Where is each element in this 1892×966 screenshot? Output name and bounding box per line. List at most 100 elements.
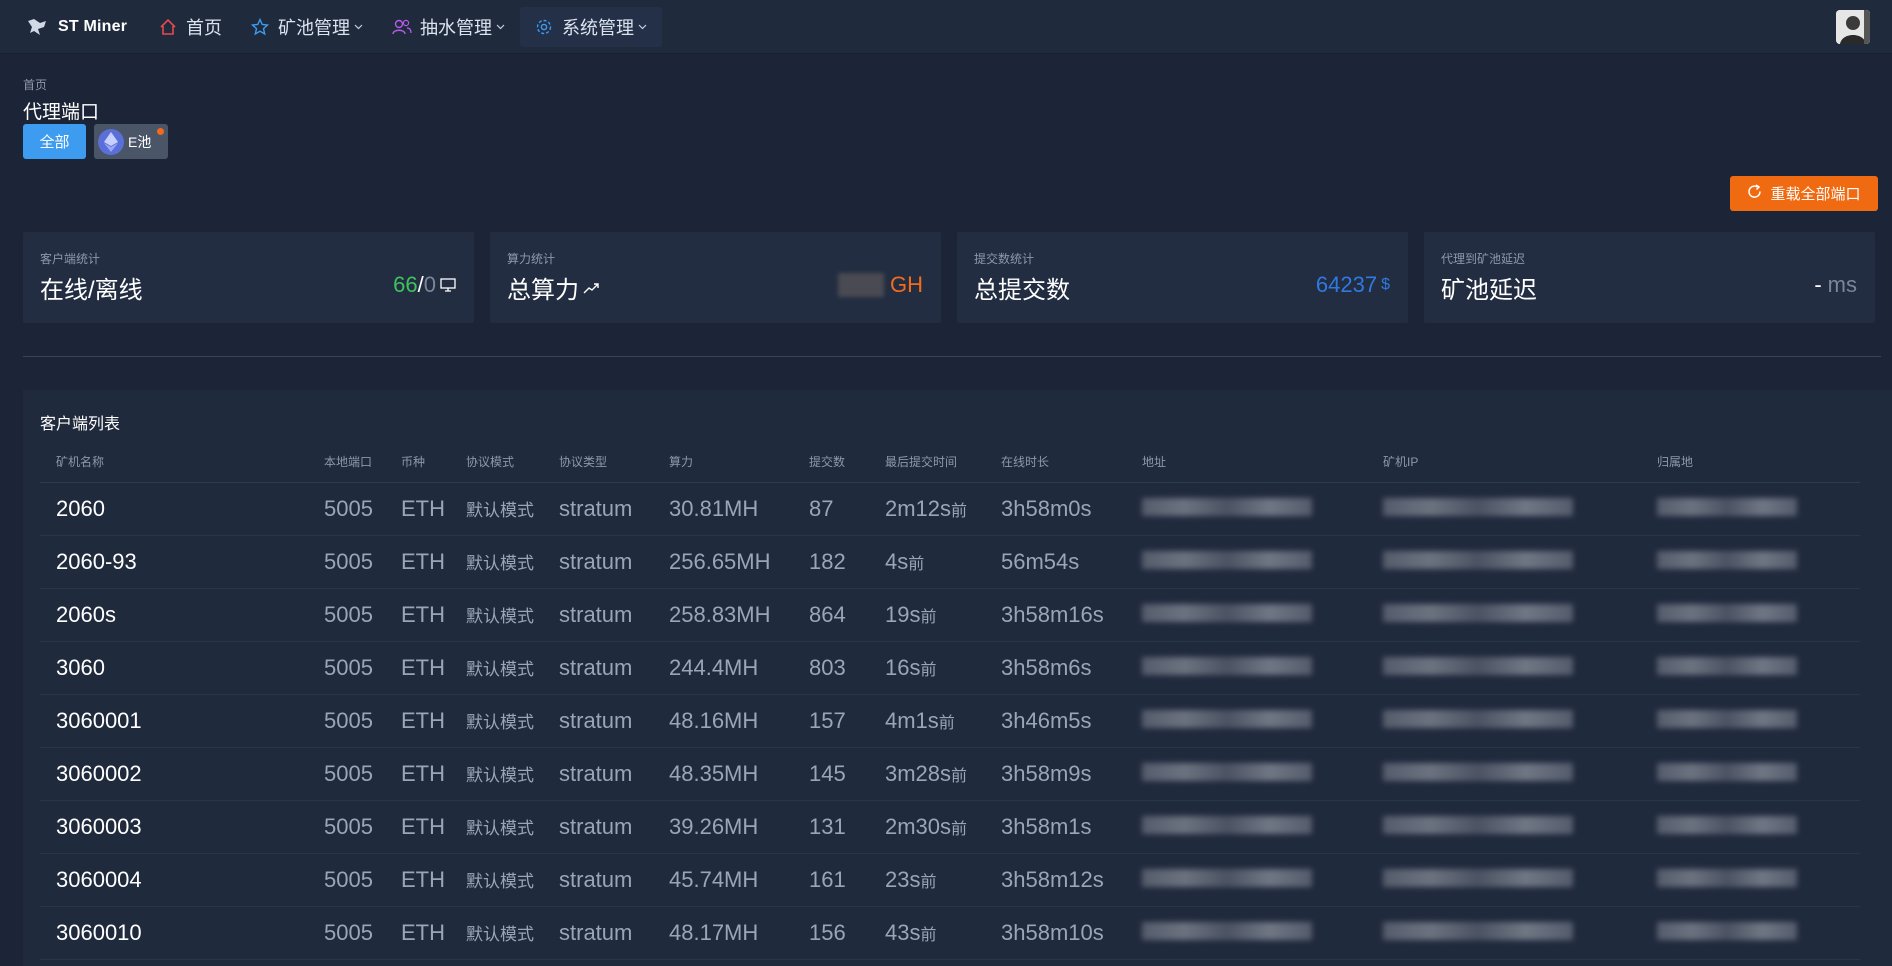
redacted-value [1142, 815, 1312, 834]
filter-epool-button[interactable]: E池 [94, 124, 168, 159]
column-header[interactable]: 币种 [385, 442, 450, 483]
breadcrumb[interactable]: 首页 [23, 76, 47, 93]
miner-ip-cell [1367, 906, 1641, 960]
nav-item-home[interactable]: 首页 [144, 7, 236, 47]
hashrate-cell: 244.4MH [653, 641, 793, 695]
shares-cell: 145 [793, 747, 869, 801]
address-cell [1126, 535, 1367, 589]
coin-cell: ETH [385, 747, 450, 801]
online-duration-cell: 3h58m12s [985, 853, 1126, 907]
online-count: 66 [393, 272, 418, 297]
chevron-down-icon [496, 22, 506, 32]
shares-cell: 131 [793, 800, 869, 854]
column-header[interactable]: 算力 [653, 442, 793, 483]
column-header[interactable]: 协议模式 [450, 442, 543, 483]
coin-cell: ETH [385, 482, 450, 536]
column-header[interactable]: 地址 [1126, 442, 1367, 483]
table-row[interactable]: 3060002 5005 ETH 默认模式 stratum 48.35MH 145 3m28s… [40, 747, 1860, 801]
top-navbar: ST Miner 首页 矿池管理 抽水管理 系统管理 [0, 0, 1892, 54]
online-duration-cell: 56m54s [985, 535, 1126, 589]
page-title: 代理端口 [23, 102, 100, 123]
column-header[interactable]: 提交数 [793, 442, 869, 483]
panel-title: 客户端列表 [40, 416, 121, 433]
column-header[interactable]: 矿机IP [1367, 442, 1641, 483]
card-title: 总提交数 [974, 277, 1070, 304]
table-row[interactable]: 2060s 5005 ETH 默认模式 stratum 258.83MH 864 19s前 3h… [40, 588, 1860, 642]
column-header[interactable]: 矿机名称 [40, 442, 308, 483]
miner-name-cell: 3060002 [40, 747, 308, 801]
home-icon [158, 17, 178, 37]
redacted-value [1142, 762, 1312, 781]
miner-ip-cell [1367, 482, 1641, 536]
mode-cell: 默认模式 [450, 641, 543, 695]
location-cell [1641, 800, 1860, 854]
nav-label-fee-management: 抽水管理 [420, 17, 492, 38]
client-list-panel: 客户端列表 矿机名称 本地端口 币种 协议模式 协议类型 算力 提交数 最后提交… [23, 390, 1892, 966]
column-header[interactable]: 在线时长 [985, 442, 1126, 483]
last-submit-cell: 2m30s前 [869, 800, 985, 854]
online-duration-cell: 3h58m16s [985, 588, 1126, 642]
card-title: 矿池延迟 [1441, 277, 1537, 304]
mode-cell: 默认模式 [450, 694, 543, 748]
address-cell [1126, 747, 1367, 801]
reload-label: 重载全部端口 [1770, 186, 1861, 203]
offline-count: 0 [423, 272, 436, 297]
shares-cell: 803 [793, 641, 869, 695]
table-row[interactable]: 3060 5005 ETH 默认模式 stratum 244.4MH 803 16s前 3h58… [40, 641, 1860, 695]
table-row[interactable]: 3060001 5005 ETH 默认模式 stratum 48.16MH 157 4m1s前… [40, 694, 1860, 748]
last-submit-cell: 19s前 [869, 588, 985, 642]
online-offline-value: 66 / 0 [393, 272, 456, 298]
nav-item-pool-management[interactable]: 矿池管理 [236, 7, 378, 47]
column-header[interactable]: 协议类型 [543, 442, 653, 483]
user-avatar[interactable] [1836, 10, 1870, 44]
protocol-cell: stratum [543, 906, 653, 960]
miner-ip-cell [1367, 588, 1641, 642]
hashrate-cell: 48.16MH [653, 694, 793, 748]
redacted-value [1657, 921, 1797, 940]
redacted-value [1657, 709, 1797, 728]
redacted-value [1657, 603, 1797, 622]
last-submit-cell: 4m1s前 [869, 694, 985, 748]
location-cell [1641, 588, 1860, 642]
nav-item-fee-management[interactable]: 抽水管理 [378, 7, 520, 47]
online-duration-cell: 3h58m9s [985, 747, 1126, 801]
protocol-cell: stratum [543, 853, 653, 907]
location-cell [1641, 747, 1860, 801]
miner-ip-cell [1367, 747, 1641, 801]
redacted-value [1657, 497, 1797, 516]
redacted-value [1142, 550, 1312, 569]
table-row[interactable]: 3060010 5005 ETH 默认模式 stratum 48.17MH 156 43s前 3… [40, 906, 1860, 960]
column-header[interactable]: 归属地 [1641, 442, 1860, 483]
redacted-value [1142, 497, 1312, 516]
address-cell [1126, 694, 1367, 748]
shares-cell: 156 [793, 906, 869, 960]
protocol-cell: stratum [543, 482, 653, 536]
app-logo[interactable]: ST Miner [26, 15, 134, 39]
redacted-value [1383, 497, 1573, 516]
location-cell [1641, 535, 1860, 589]
miner-ip-cell [1367, 535, 1641, 589]
protocol-cell: stratum [543, 535, 653, 589]
card-title: 总算力 [507, 270, 599, 305]
coin-cell: ETH [385, 588, 450, 642]
column-header[interactable]: 本地端口 [308, 442, 385, 483]
reload-all-ports-button[interactable]: 重载全部端口 [1730, 176, 1878, 211]
miner-name-cell: 2060 [40, 482, 308, 536]
table-row[interactable]: 3060003 5005 ETH 默认模式 stratum 39.26MH 131 2m30s… [40, 800, 1860, 854]
table-row[interactable]: 2060 5005 ETH 默认模式 stratum 30.81MH 87 2m12s前 3h5… [40, 482, 1860, 536]
table-row[interactable]: 3060004 5005 ETH 默认模式 stratum 45.74MH 161 23s前 3… [40, 853, 1860, 907]
location-cell [1641, 641, 1860, 695]
nav-item-system-management[interactable]: 系统管理 [520, 6, 662, 47]
trend-up-icon [583, 282, 599, 294]
hashrate-stats-card: 算力统计 总算力 GH [490, 232, 941, 323]
refresh-icon [1747, 184, 1762, 203]
column-header[interactable]: 最后提交时间 [869, 442, 985, 483]
port-cell: 5005 [308, 641, 385, 695]
table-row[interactable]: 2060-93 5005 ETH 默认模式 stratum 256.65MH 182 4s前 5… [40, 535, 1860, 589]
redacted-value [1383, 921, 1573, 940]
online-duration-cell: 3h58m1s [985, 800, 1126, 854]
nav-label-home: 首页 [186, 17, 222, 38]
filter-all-button[interactable]: 全部 [23, 124, 86, 159]
divider [23, 356, 1881, 357]
port-cell: 5005 [308, 482, 385, 536]
